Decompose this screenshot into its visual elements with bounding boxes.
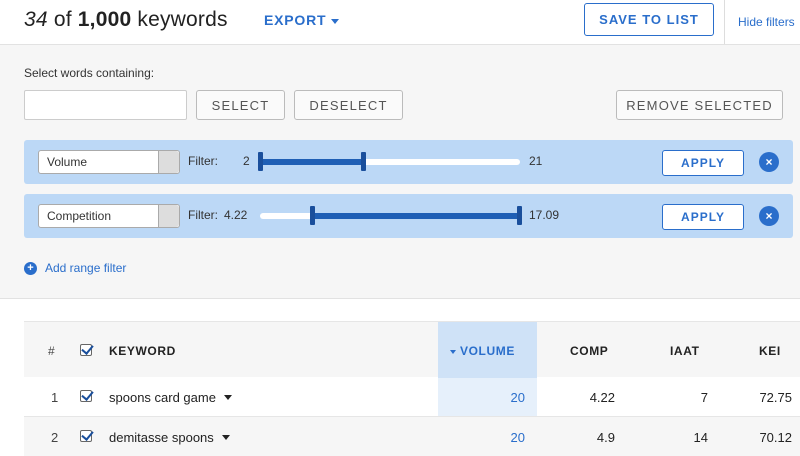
column-header-volume-label: VOLUME [460,344,515,358]
metric-dropdown[interactable]: Competition [38,204,180,228]
kei-cell: 70.12 [759,430,792,445]
count-unit: keywords [137,8,228,31]
dropdown-handle-icon [158,151,179,173]
row-checkbox[interactable] [80,390,92,402]
export-button[interactable]: EXPORT [264,12,340,28]
keyword-text: spoons card game [109,390,216,405]
range-min-value: 4.22 [224,208,248,222]
save-to-list-button[interactable]: SAVE TO LIST [584,3,714,36]
apply-button[interactable]: APPLY [662,204,744,230]
close-icon[interactable]: × [759,206,779,226]
table-header: # KEYWORD VOLUME COMP IAAT KEI [24,321,800,378]
volume-cell: 20 [510,430,525,445]
count-total: 1,000 [77,8,132,31]
row-number: 1 [51,390,59,405]
select-all-checkbox[interactable] [80,344,92,356]
range-min-value: 2 [243,154,250,168]
comp-cell: 4.9 [596,430,615,445]
column-header-num: # [48,344,56,358]
slider-handle-low[interactable] [258,152,263,171]
slider-handle-low[interactable] [310,206,315,225]
range-max-value: 17.09 [529,208,560,222]
deselect-button[interactable]: DESELECT [294,90,403,120]
keyword-dropdown[interactable]: demitasse spoons [109,430,230,445]
slider-range-fill [260,159,364,165]
chevron-down-icon [331,18,340,24]
keyword-count: 34 of 1,000 keywords [24,8,228,32]
range-filter-volume: Volume Filter: 2 21 APPLY × [24,140,793,184]
column-header-comp[interactable]: COMP [570,344,608,358]
plus-icon: + [24,261,37,275]
metric-dropdown-value: Volume [47,155,88,169]
dropdown-handle-icon [158,205,179,227]
keyword-dropdown[interactable]: spoons card game [109,390,232,405]
slider-handle-high[interactable] [517,206,522,225]
sort-desc-icon [450,349,456,354]
iaat-cell: 14 [693,430,708,445]
metric-dropdown-value: Competition [47,209,112,223]
results-header: 34 of 1,000 keywords EXPORT SAVE TO LIST… [0,0,800,44]
table-row: 2 demitasse spoons 20 4.9 14 70.12 [24,417,800,456]
export-label: EXPORT [264,12,327,28]
column-header-iaat[interactable]: IAAT [670,344,700,358]
close-icon[interactable]: × [759,152,779,172]
slider-handle-high[interactable] [361,152,366,171]
filter-label: Filter: [188,154,218,168]
range-filter-competition: Competition Filter: 4.22 17.09 APPLY × [24,194,793,238]
count-shown: 34 [24,8,48,31]
comp-cell: 4.22 [589,390,615,405]
chevron-down-icon [221,435,230,440]
metric-dropdown[interactable]: Volume [38,150,180,174]
column-header-kei[interactable]: KEI [759,344,781,358]
count-of: of [53,8,72,31]
volume-cell: 20 [510,390,525,405]
remove-selected-button[interactable]: REMOVE SELECTED [616,90,783,120]
keyword-text: demitasse spoons [109,430,214,445]
iaat-cell: 7 [700,390,708,405]
row-number: 2 [51,430,59,445]
filter-panel: Select words containing: SELECT DESELECT… [0,44,800,299]
add-range-filter-link[interactable]: + Add range filter [24,261,126,275]
words-containing-input[interactable] [24,90,187,120]
column-header-keyword[interactable]: KEYWORD [109,344,176,358]
kei-cell: 72.75 [759,390,792,405]
filter-label: Filter: [188,208,218,222]
hide-filters-tab[interactable]: Hide filters [724,0,800,44]
apply-button[interactable]: APPLY [662,150,744,176]
add-range-filter-label: Add range filter [45,261,127,275]
column-header-volume[interactable]: VOLUME [450,344,515,358]
select-words-label: Select words containing: [24,66,155,80]
table-row: 1 spoons card game 20 4.22 7 72.75 [24,377,800,417]
chevron-down-icon [223,395,232,400]
slider-range-fill [312,213,520,219]
row-checkbox[interactable] [80,430,92,442]
select-button[interactable]: SELECT [196,90,285,120]
range-max-value: 21 [529,154,543,168]
